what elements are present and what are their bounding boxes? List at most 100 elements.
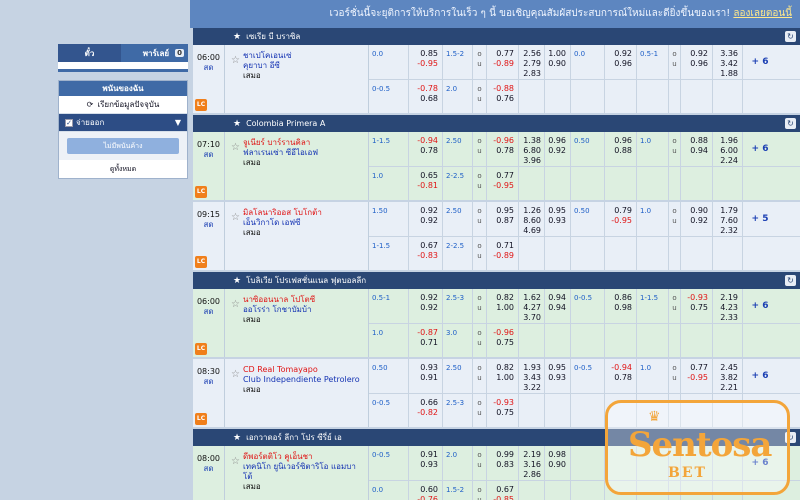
- fh-away-odds[interactable]: 0.98: [614, 303, 632, 313]
- one-x-two-value[interactable]: 2.83: [523, 69, 541, 79]
- home-odds[interactable]: 0.93: [420, 363, 438, 373]
- away-odds[interactable]: 0.68: [420, 94, 438, 104]
- odd-even-value[interactable]: 0.95: [548, 363, 566, 373]
- star-icon[interactable]: ★: [233, 32, 241, 42]
- one-x-two-value[interactable]: 1.26: [523, 206, 541, 216]
- odd-even-value[interactable]: 0.96: [548, 136, 566, 146]
- fh-1x2-value[interactable]: 2.21: [720, 383, 738, 393]
- odd-even-value[interactable]: 0.93: [548, 373, 566, 383]
- fh-1x2-value[interactable]: 2.19: [720, 293, 738, 303]
- over-odds[interactable]: 0.77: [496, 49, 514, 59]
- fh-over-odds[interactable]: 0.88: [690, 136, 708, 146]
- one-x-two-value[interactable]: 3.96: [523, 156, 541, 166]
- away-odds[interactable]: 0.91: [420, 373, 438, 383]
- one-x-two-value[interactable]: 1.38: [523, 136, 541, 146]
- home-odds[interactable]: 0.92: [420, 293, 438, 303]
- over-odds[interactable]: 0.77: [496, 171, 514, 181]
- favorite-star-icon[interactable]: ☆: [231, 456, 240, 467]
- under-odds[interactable]: 1.00: [496, 373, 514, 383]
- odd-even-value[interactable]: 0.90: [548, 59, 566, 69]
- one-x-two-value[interactable]: 3.22: [523, 383, 541, 393]
- fh-under-odds[interactable]: 0.92: [690, 216, 708, 226]
- one-x-two-value[interactable]: 2.19: [523, 450, 541, 460]
- home-odds[interactable]: 0.67: [420, 241, 438, 251]
- under-odds[interactable]: 0.75: [496, 408, 514, 418]
- odd-even-value[interactable]: 0.94: [548, 293, 566, 303]
- under-odds[interactable]: 0.78: [496, 146, 514, 156]
- fh-1x2-value[interactable]: 6.00: [720, 146, 738, 156]
- under-odds[interactable]: -0.85: [493, 495, 514, 500]
- over-odds[interactable]: -0.93: [493, 398, 514, 408]
- fh-over-odds[interactable]: 0.90: [690, 206, 708, 216]
- more-markets-button[interactable]: + 6: [743, 289, 777, 323]
- under-odds[interactable]: 0.87: [496, 216, 514, 226]
- home-odds[interactable]: -0.78: [417, 84, 438, 94]
- try-now-link[interactable]: ลองเลยตอนนี้: [733, 8, 792, 19]
- fh-home-odds[interactable]: 0.86: [614, 293, 632, 303]
- fh-1x2-value[interactable]: 1.96: [720, 136, 738, 146]
- star-icon[interactable]: ★: [233, 119, 241, 129]
- odd-even-value[interactable]: 0.98: [548, 450, 566, 460]
- away-odds[interactable]: -0.81: [417, 181, 438, 191]
- over-odds[interactable]: 0.67: [496, 485, 514, 495]
- away-odds[interactable]: 0.92: [420, 303, 438, 313]
- fh-under-odds[interactable]: 0.94: [690, 146, 708, 156]
- home-odds[interactable]: 0.91: [420, 450, 438, 460]
- favorite-star-icon[interactable]: ☆: [231, 369, 240, 380]
- one-x-two-value[interactable]: 4.69: [523, 226, 541, 236]
- fh-home-odds[interactable]: -0.94: [611, 363, 632, 373]
- away-odds[interactable]: 0.78: [420, 146, 438, 156]
- favorite-star-icon[interactable]: ☆: [231, 212, 240, 223]
- fh-away-odds[interactable]: 0.78: [614, 373, 632, 383]
- more-markets-button[interactable]: + 6: [743, 359, 777, 393]
- away-odds[interactable]: 0.93: [420, 460, 438, 470]
- odd-even-value[interactable]: 1.00: [548, 49, 566, 59]
- home-odds[interactable]: 0.60: [420, 485, 438, 495]
- refresh-bets-button[interactable]: ⟳ เรียกข้อมูลปัจจุบัน: [59, 96, 187, 114]
- more-markets-button[interactable]: + 6: [743, 132, 777, 166]
- one-x-two-value[interactable]: 4.27: [523, 303, 541, 313]
- home-odds[interactable]: -0.94: [417, 136, 438, 146]
- tab-parlay[interactable]: พาร์เลย์ 0: [121, 44, 188, 62]
- one-x-two-value[interactable]: 2.79: [523, 59, 541, 69]
- fh-1x2-value[interactable]: 1.79: [720, 206, 738, 216]
- home-odds[interactable]: -0.87: [417, 328, 438, 338]
- fh-under-odds[interactable]: 0.75: [690, 303, 708, 313]
- fh-1x2-value[interactable]: 3.82: [720, 373, 738, 383]
- refresh-icon[interactable]: ↻: [785, 118, 796, 129]
- fh-1x2-value[interactable]: 3.36: [720, 49, 738, 59]
- view-all-link[interactable]: ดูทั้งหมด: [59, 160, 187, 178]
- one-x-two-value[interactable]: 1.62: [523, 293, 541, 303]
- home-odds[interactable]: 0.92: [420, 206, 438, 216]
- refresh-icon[interactable]: ↻: [785, 275, 796, 286]
- fh-over-odds[interactable]: -0.93: [687, 293, 708, 303]
- one-x-two-value[interactable]: 6.80: [523, 146, 541, 156]
- fh-over-odds[interactable]: 0.77: [690, 363, 708, 373]
- under-odds[interactable]: -0.89: [493, 59, 514, 69]
- live-center-badge[interactable]: LC: [195, 256, 207, 268]
- over-odds[interactable]: -0.88: [493, 84, 514, 94]
- over-odds[interactable]: 0.82: [496, 293, 514, 303]
- favorite-star-icon[interactable]: ☆: [231, 142, 240, 153]
- under-odds[interactable]: 0.75: [496, 338, 514, 348]
- refresh-icon[interactable]: ↻: [785, 31, 796, 42]
- one-x-two-value[interactable]: 3.70: [523, 313, 541, 323]
- fh-over-odds[interactable]: 0.92: [690, 49, 708, 59]
- under-odds[interactable]: 1.00: [496, 303, 514, 313]
- fh-1x2-value[interactable]: 2.33: [720, 313, 738, 323]
- one-x-two-value[interactable]: 2.56: [523, 49, 541, 59]
- away-odds[interactable]: -0.95: [417, 59, 438, 69]
- one-x-two-value[interactable]: 1.93: [523, 363, 541, 373]
- over-odds[interactable]: 0.95: [496, 206, 514, 216]
- odd-even-value[interactable]: 0.92: [548, 146, 566, 156]
- over-odds[interactable]: 0.82: [496, 363, 514, 373]
- paid-checkbox[interactable]: ✓: [65, 118, 73, 127]
- fh-under-odds[interactable]: -0.95: [687, 373, 708, 383]
- fh-1x2-value[interactable]: 2.45: [720, 363, 738, 373]
- tab-single[interactable]: ตั๋ว: [58, 44, 121, 62]
- favorite-star-icon[interactable]: ☆: [231, 55, 240, 66]
- live-center-badge[interactable]: LC: [195, 186, 207, 198]
- more-markets-button[interactable]: + 6: [743, 45, 777, 79]
- fh-home-odds[interactable]: 0.96: [614, 136, 632, 146]
- favorite-star-icon[interactable]: ☆: [231, 299, 240, 310]
